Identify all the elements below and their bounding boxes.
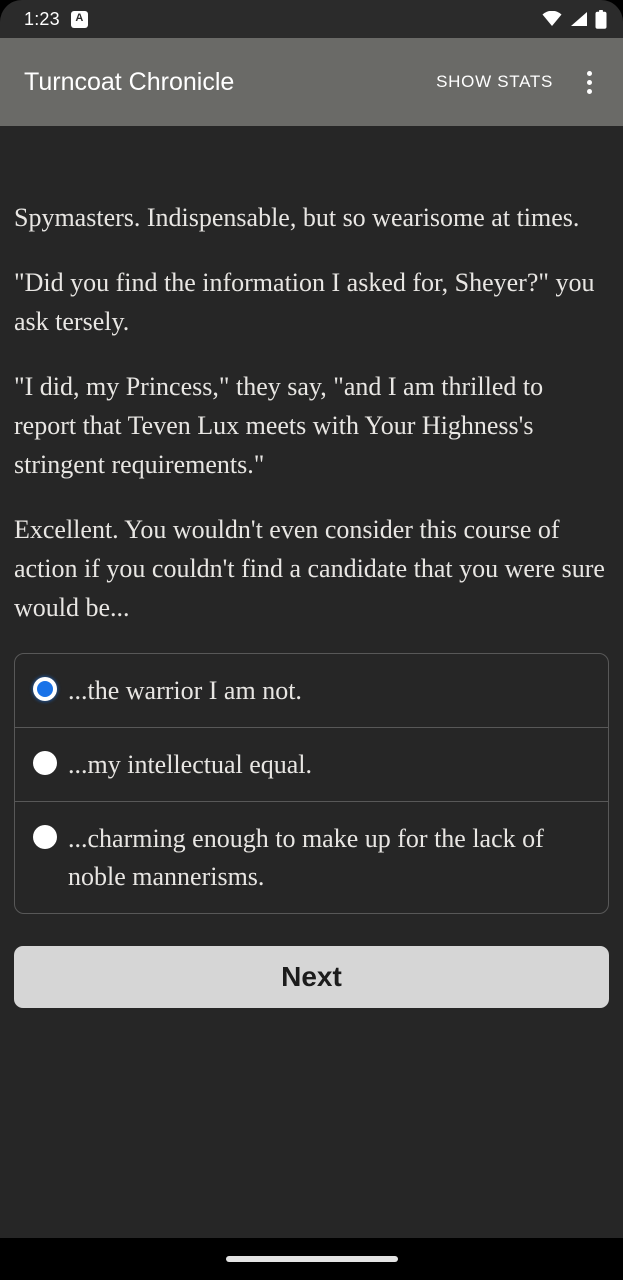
overflow-dot xyxy=(586,88,592,94)
show-stats-button[interactable]: SHOW STATS xyxy=(424,64,565,100)
battery-icon xyxy=(595,9,607,29)
notification-badge-icon: A xyxy=(70,10,88,28)
app-title: Turncoat Chronicle xyxy=(24,67,235,96)
status-clock: 1:23 xyxy=(24,8,60,29)
choice-option-1[interactable]: ...my intellectual equal. xyxy=(15,728,608,802)
choice-label: ...my intellectual equal. xyxy=(68,750,313,779)
cellular-signal-icon xyxy=(571,12,587,26)
radio-button-icon[interactable] xyxy=(33,751,57,775)
wifi-icon xyxy=(542,11,562,26)
radio-button-selected-icon[interactable] xyxy=(33,677,57,701)
radio-button-icon[interactable] xyxy=(33,825,57,849)
next-button[interactable]: Next xyxy=(14,946,609,1008)
status-bar-right xyxy=(542,9,607,29)
overflow-dot xyxy=(586,79,592,85)
story-paragraph: Excellent. You wouldn't even consider th… xyxy=(14,515,605,622)
status-bar: 1:23 A xyxy=(0,0,623,38)
story-text-block: Spymasters. Indispensable, but so wearis… xyxy=(14,126,609,627)
more-options-icon[interactable] xyxy=(565,58,613,106)
story-paragraph: Spymasters. Indispensable, but so wearis… xyxy=(14,203,580,232)
choice-option-0[interactable]: ...the warrior I am not. xyxy=(15,654,608,728)
story-paragraph: "I did, my Princess," they say, "and I a… xyxy=(14,372,544,479)
choice-option-2[interactable]: ...charming enough to make up for the la… xyxy=(15,802,608,913)
status-bar-left: 1:23 A xyxy=(24,9,88,30)
app-bar: Turncoat Chronicle SHOW STATS xyxy=(0,38,623,126)
overflow-dot xyxy=(586,70,592,76)
phone-screen: 1:23 A Turncoat Chronicle SHOW STATS Spy… xyxy=(0,0,623,1280)
home-gesture-pill[interactable] xyxy=(225,1256,398,1262)
choice-radio-group: ...the warrior I am not. ...my intellect… xyxy=(14,653,609,914)
choice-label: ...the warrior I am not. xyxy=(68,676,302,705)
system-navigation-bar xyxy=(0,1238,623,1280)
story-paragraph: "Did you find the information I asked fo… xyxy=(14,268,595,336)
choice-label: ...charming enough to make up for the la… xyxy=(68,824,544,891)
story-content: Spymasters. Indispensable, but so wearis… xyxy=(0,126,623,1280)
